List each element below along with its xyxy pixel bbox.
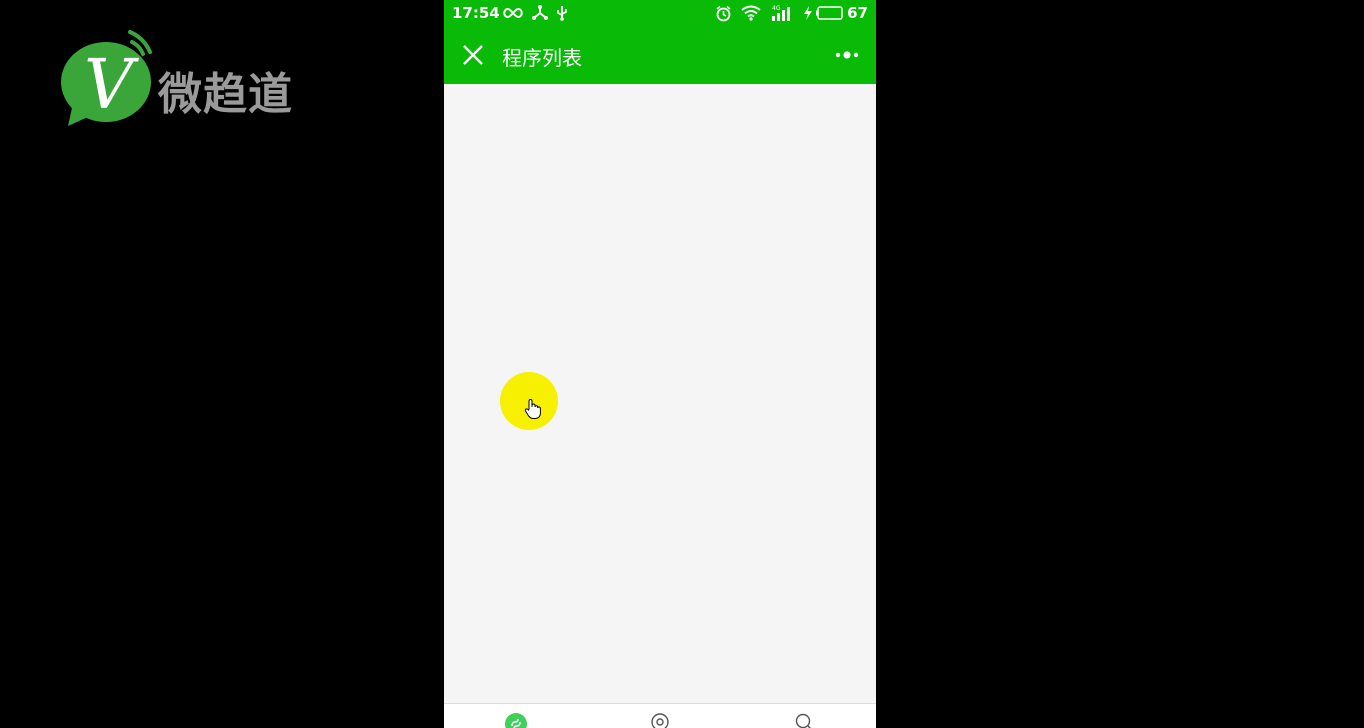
infinity-icon <box>503 7 523 19</box>
status-bar: 17:54 4G 67 <box>444 0 876 26</box>
program-list-content <box>444 84 876 703</box>
signal-icon: 4G <box>772 5 791 21</box>
miniprogram-icon <box>505 713 527 728</box>
close-button[interactable] <box>460 42 486 68</box>
tab-discover[interactable] <box>650 712 670 728</box>
search-icon <box>795 713 811 728</box>
status-right-icons: 4G 67 <box>715 4 868 22</box>
charging-icon <box>804 6 813 20</box>
alarm-icon <box>716 5 731 21</box>
more-button[interactable] <box>834 46 862 64</box>
phone-screen: 17:54 4G 67 程序列表 <box>444 0 876 728</box>
share-icon <box>532 5 548 20</box>
battery-icon <box>816 6 843 20</box>
close-icon <box>463 45 483 65</box>
battery-percent: 67 <box>847 4 868 22</box>
wifi-icon <box>741 5 761 21</box>
bottom-tab-bar <box>444 703 876 728</box>
battery-group: 67 <box>803 4 868 22</box>
hand-cursor-icon <box>524 398 541 419</box>
logo-letter: V <box>84 46 139 125</box>
logo-bubble-icon: V <box>61 30 152 126</box>
tap-indicator <box>500 372 558 430</box>
discover-icon <box>651 713 669 728</box>
status-left-icons <box>502 4 568 22</box>
watermark-logo: V 微趋道 <box>58 28 308 128</box>
more-dots-icon <box>835 51 859 59</box>
status-time: 17:54 <box>452 4 500 22</box>
tab-miniprogram[interactable] <box>504 712 527 728</box>
tab-search[interactable] <box>794 712 814 728</box>
nav-bar: 程序列表 <box>444 26 876 84</box>
network-label: 4G <box>772 5 781 12</box>
page-title: 程序列表 <box>502 46 582 70</box>
logo-text: 微趋道 <box>158 69 293 120</box>
usb-icon <box>557 6 567 21</box>
